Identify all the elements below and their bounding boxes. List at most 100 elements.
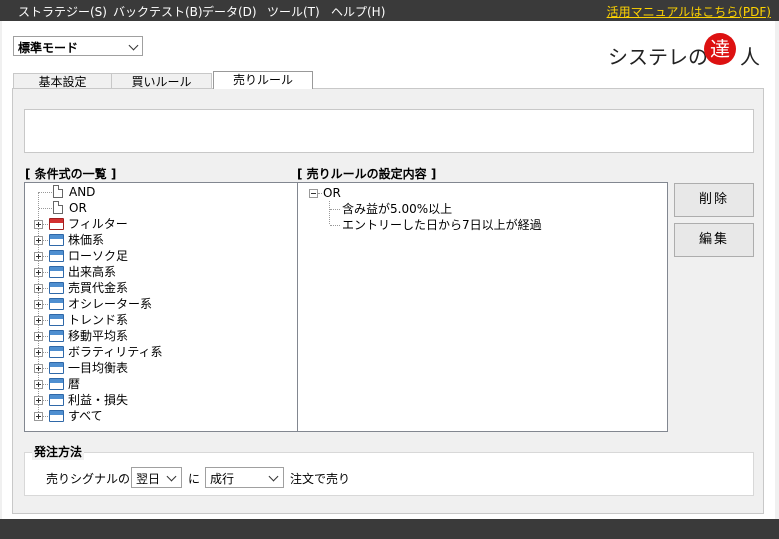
rule-settings-header: [ 売りルールの設定内容 ] <box>297 167 437 181</box>
condition-label: ボラティリティ系 <box>68 345 163 359</box>
tree-connector <box>43 336 48 337</box>
condition-item[interactable]: ローソク足 <box>25 248 285 264</box>
expand-icon[interactable] <box>34 412 43 421</box>
condition-label: フィルター <box>68 217 128 231</box>
condition-label: AND <box>69 185 96 199</box>
description-box[interactable] <box>24 109 754 153</box>
tree-connector <box>43 240 48 241</box>
expand-icon[interactable] <box>34 348 43 357</box>
expand-icon[interactable] <box>34 396 43 405</box>
conditions-tree[interactable]: AND OR フィルター株価系 ローソク足 出来高系 売買代金系 オシレーター系 トレンド系移… <box>24 182 298 432</box>
expand-icon[interactable] <box>34 364 43 373</box>
tree-connector <box>43 304 48 305</box>
folder-icon <box>49 362 64 374</box>
condition-label: 移動平均系 <box>68 329 129 343</box>
condition-item[interactable]: OR <box>25 200 285 216</box>
condition-item[interactable]: 暦 <box>25 376 285 392</box>
expand-icon[interactable] <box>34 380 43 389</box>
condition-item[interactable]: ボラティリティ系 <box>25 344 285 360</box>
tree-connector <box>39 192 52 193</box>
condition-item[interactable]: 株価系 <box>25 232 285 248</box>
condition-label: 暦 <box>68 377 81 391</box>
tab-sell-rules[interactable]: 売りルール <box>213 71 313 89</box>
tree-connector <box>43 256 48 257</box>
chevron-down-icon <box>128 40 139 51</box>
manual-pdf-link[interactable]: 活用マニュアルはこちら(PDF) <box>607 3 771 20</box>
tree-connector <box>39 208 52 209</box>
expand-icon[interactable] <box>34 268 43 277</box>
condition-item[interactable]: フィルター <box>25 216 285 232</box>
order-method-select[interactable]: 成行 <box>205 467 284 488</box>
tree-connector <box>330 209 340 210</box>
condition-item[interactable]: 出来高系 <box>25 264 285 280</box>
folder-icon <box>49 330 64 342</box>
menu-strategy[interactable]: ストラテジー(S) <box>18 3 107 20</box>
order-particle-label: に <box>188 472 201 486</box>
folder-icon <box>49 314 64 326</box>
tree-connector <box>43 352 48 353</box>
expand-icon[interactable] <box>34 236 43 245</box>
rule-item[interactable]: エントリーした日から7日以上が経過 <box>298 217 658 233</box>
rule-item[interactable]: 含み益が5.00%以上 <box>298 201 658 217</box>
tree-node-root[interactable]: OR <box>298 185 658 201</box>
folder-icon <box>49 378 64 390</box>
menu-help[interactable]: ヘルプ(H) <box>331 3 385 20</box>
mode-select[interactable]: 標準モード <box>13 36 143 56</box>
condition-item[interactable]: 移動平均系 <box>25 328 285 344</box>
folder-icon <box>49 250 64 262</box>
condition-item[interactable]: オシレーター系 <box>25 296 285 312</box>
condition-label: 出来高系 <box>68 265 117 279</box>
rule-item-label: エントリーした日から7日以上が経過 <box>342 218 542 232</box>
condition-item[interactable]: トレンド系 <box>25 312 285 328</box>
tree-connector <box>43 384 48 385</box>
tab-basic-settings[interactable]: 基本設定 <box>13 73 112 89</box>
condition-label: 株価系 <box>68 233 105 247</box>
rule-settings-tree[interactable]: OR 含み益が5.00%以上 エントリーした日から7日以上が経過 <box>297 182 668 432</box>
condition-item[interactable]: 利益・損失 <box>25 392 285 408</box>
folder-icon <box>49 394 64 406</box>
conditions-header: [ 条件式の一覧 ] <box>25 167 117 181</box>
tab-buy-rules[interactable]: 買いルール <box>111 73 212 89</box>
rule-item-label: 含み益が5.00%以上 <box>342 202 453 216</box>
expand-icon[interactable] <box>34 316 43 325</box>
menu-tools[interactable]: ツール(T) <box>267 3 320 20</box>
condition-label: オシレーター系 <box>68 297 153 311</box>
tree-connector <box>43 288 48 289</box>
logo-text: システレの <box>608 45 708 69</box>
folder-icon <box>49 266 64 278</box>
delete-button[interactable]: 削除 <box>674 183 754 217</box>
folder-icon <box>49 234 64 246</box>
expand-icon[interactable] <box>34 300 43 309</box>
condition-item[interactable]: 一目均衡表 <box>25 360 285 376</box>
condition-item[interactable]: AND <box>25 184 285 200</box>
folder-icon <box>49 282 64 294</box>
order-prefix-label: 売りシグナルの <box>46 472 131 486</box>
rule-root-label: OR <box>323 186 341 200</box>
menu-data[interactable]: データ(D) <box>202 3 257 20</box>
condition-label: すべて <box>68 409 103 423</box>
edit-button[interactable]: 編集 <box>674 223 754 257</box>
expand-icon[interactable] <box>34 220 43 229</box>
order-timing-select[interactable]: 翌日 <box>131 467 182 488</box>
condition-label: トレンド系 <box>68 313 129 327</box>
chevron-down-icon <box>166 471 177 482</box>
folder-icon <box>49 410 64 422</box>
order-method-title: 発注方法 <box>32 443 85 460</box>
order-method-value: 成行 <box>210 472 235 486</box>
expand-icon[interactable] <box>34 252 43 261</box>
expand-icon[interactable] <box>34 284 43 293</box>
order-timing-value: 翌日 <box>136 472 161 486</box>
document-icon <box>53 201 63 214</box>
tree-connector <box>330 225 340 226</box>
menu-bar: ストラテジー(S) バックテスト(B) データ(D) ツール(T) ヘルプ(H)… <box>0 0 779 21</box>
document-icon <box>53 185 63 198</box>
tree-connector <box>43 368 48 369</box>
condition-label: 一目均衡表 <box>68 361 129 375</box>
tree-connector <box>43 272 48 273</box>
folder-icon <box>49 298 64 310</box>
expand-icon[interactable] <box>34 332 43 341</box>
menu-backtest[interactable]: バックテスト(B) <box>113 3 203 20</box>
condition-item[interactable]: すべて <box>25 408 285 424</box>
condition-item[interactable]: 売買代金系 <box>25 280 285 296</box>
collapse-icon[interactable] <box>309 189 318 198</box>
